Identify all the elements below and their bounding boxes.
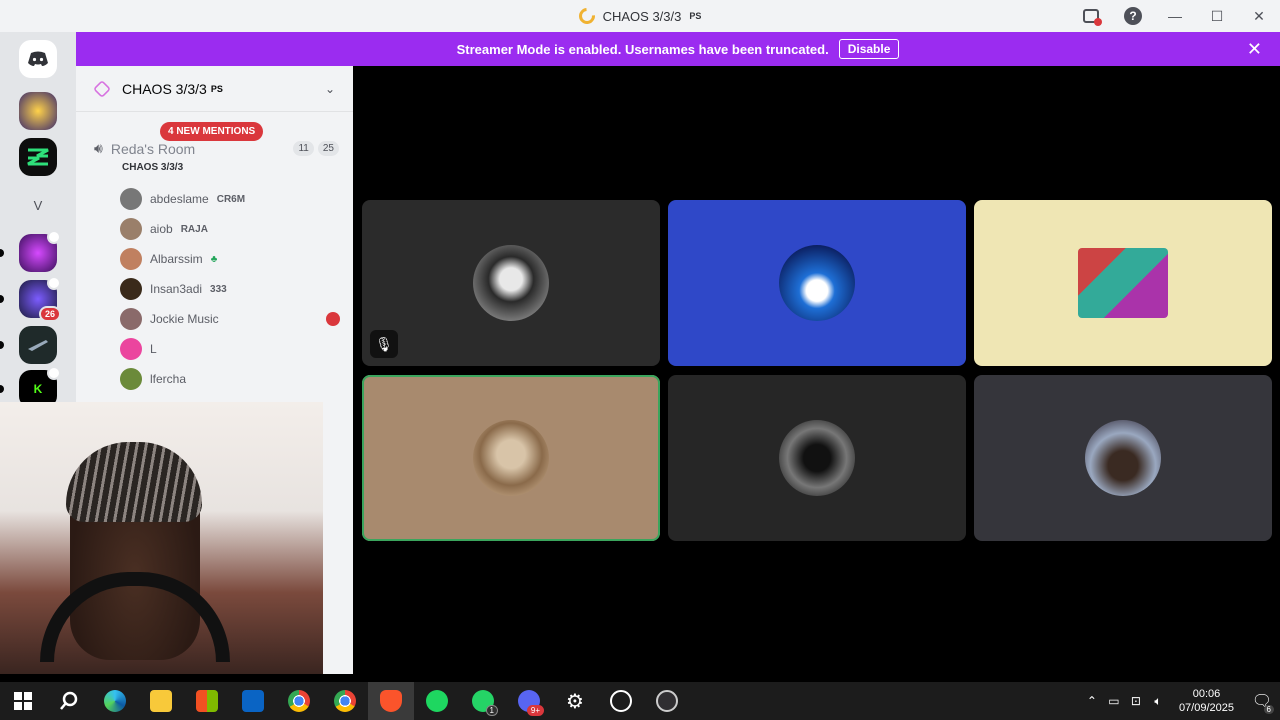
search-icon[interactable] xyxy=(46,682,92,720)
file-explorer-icon[interactable] xyxy=(138,682,184,720)
chrome-icon[interactable] xyxy=(276,682,322,720)
voice-member[interactable]: Insan3adi 333 xyxy=(120,274,340,304)
avatar xyxy=(120,248,142,270)
edge-icon[interactable] xyxy=(92,682,138,720)
meet-now-icon[interactable]: ▭ xyxy=(1103,694,1125,708)
avatar xyxy=(779,420,855,496)
avatar xyxy=(120,218,142,240)
chrome-profile-icon[interactable] xyxy=(322,682,368,720)
avatar xyxy=(120,278,142,300)
video-count-badge: 11 xyxy=(293,141,314,156)
volume-icon[interactable]: 🔈︎ xyxy=(1147,694,1169,709)
window-titlebar: CHAOS 3/3/3 PS ? — ☐ ✕ xyxy=(0,0,1280,32)
discord-icon[interactable]: 9+ xyxy=(506,682,552,720)
voice-member[interactable]: lfercha xyxy=(120,364,340,394)
clock-time: 00:06 xyxy=(1192,688,1221,700)
settings-icon[interactable]: ⚙ xyxy=(552,682,598,720)
voice-channel-name: Reda's Room xyxy=(110,140,196,157)
server-name: CHAOS 3/3/3 xyxy=(122,80,207,97)
avatar xyxy=(120,188,142,210)
video-tile[interactable]: 🎙︎ xyxy=(362,200,660,366)
speaker-status-icon xyxy=(47,230,61,244)
discord-home-icon[interactable] xyxy=(19,40,57,78)
voice-member[interactable]: aiob RAJA xyxy=(120,214,340,244)
spotify-icon[interactable] xyxy=(414,682,460,720)
chatgpt-icon[interactable] xyxy=(598,682,644,720)
system-tray: ⌃ ▭ ⊡ 🔈︎ 00:06 07/09/2025 🗨︎ 6 xyxy=(1081,682,1280,720)
channel-sidebar: CHAOS 3/3/3 PS ⌄ 🔊︎ Reda's Room 11 25 4 … xyxy=(76,66,353,402)
webcam-overlay xyxy=(0,402,323,674)
windows-taskbar: 1 9+ ⚙ ⌃ ▭ ⊡ 🔈︎ 00:06 07/09/2025 🗨︎ 6 xyxy=(0,682,1280,720)
new-mentions-pill[interactable]: 4 NEW MENTIONS xyxy=(160,122,264,141)
speaker-status-icon xyxy=(47,276,61,290)
user-limit-badge: 25 xyxy=(317,141,339,156)
notification-count: 6 xyxy=(1263,705,1274,714)
server-list: V 26 K xyxy=(0,32,76,408)
server-icon-5[interactable]: 26 xyxy=(0,276,61,322)
voice-members-list: abdeslame CR6M aiob RAJA Albarssim ♣ Insan3… xyxy=(120,184,340,394)
speaker-icon: 🔊︎ xyxy=(94,140,103,156)
video-tile[interactable] xyxy=(974,200,1272,366)
window-title-suffix: PS xyxy=(689,11,702,21)
chevron-down-icon: ⌄ xyxy=(324,81,335,96)
voice-channel[interactable]: 🔊︎ Reda's Room 11 25 xyxy=(94,140,339,157)
server-icon-6[interactable] xyxy=(0,326,57,364)
help-icon[interactable]: ? xyxy=(1112,0,1154,32)
video-tile[interactable] xyxy=(362,375,660,541)
voice-member[interactable]: Jockie Music xyxy=(120,304,340,334)
speaker-status-icon xyxy=(47,366,61,380)
muted-mic-icon: 🎙︎ xyxy=(370,330,398,358)
video-tile[interactable] xyxy=(668,375,966,541)
close-banner-icon[interactable]: ✕ xyxy=(1247,39,1262,60)
avatar xyxy=(120,338,142,360)
sidebar-controls-strip xyxy=(323,402,353,674)
server-icon-4[interactable] xyxy=(0,230,61,272)
video-tile[interactable] xyxy=(974,375,1272,541)
avatar xyxy=(120,308,142,330)
outlook-icon[interactable] xyxy=(230,682,276,720)
start-icon[interactable] xyxy=(0,682,46,720)
whatsapp-badge: 1 xyxy=(485,705,498,716)
discord-badge: 9+ xyxy=(526,705,544,716)
brave-icon[interactable] xyxy=(368,682,414,720)
server-header[interactable]: CHAOS 3/3/3 PS ⌄ xyxy=(76,66,353,112)
avatar xyxy=(473,245,549,321)
voice-video-grid: 🎙︎ xyxy=(353,66,1280,682)
maximize-button[interactable]: ☐ xyxy=(1196,0,1238,32)
server-icon-2[interactable] xyxy=(19,138,57,176)
streamer-mode-banner: Streamer Mode is enabled. Usernames have… xyxy=(76,32,1280,66)
server-icon-1[interactable] xyxy=(19,92,57,130)
notification-center-icon[interactable]: 🗨︎ 6 xyxy=(1244,682,1280,720)
window-title: CHAOS 3/3/3 PS xyxy=(575,4,702,28)
obs-icon[interactable] xyxy=(644,682,690,720)
avatar xyxy=(1078,248,1168,318)
voice-member[interactable]: L xyxy=(120,334,340,364)
live-status-icon xyxy=(326,312,340,326)
avatar xyxy=(120,368,142,390)
store-icon[interactable] xyxy=(184,682,230,720)
server-name-suffix: PS xyxy=(210,83,223,94)
whatsapp-icon[interactable]: 1 xyxy=(460,682,506,720)
voice-member[interactable]: abdeslame CR6M xyxy=(120,184,340,214)
inbox-icon[interactable] xyxy=(1070,0,1112,32)
clock[interactable]: 00:06 07/09/2025 xyxy=(1179,687,1234,715)
banner-text: Streamer Mode is enabled. Usernames have… xyxy=(456,41,829,57)
voice-channel-status: CHAOS 3/3/3 xyxy=(122,162,184,173)
video-tile[interactable] xyxy=(668,200,966,366)
disable-streamer-mode-button[interactable]: Disable xyxy=(838,39,900,59)
server-icon-v[interactable]: V xyxy=(19,186,57,224)
close-window-button[interactable]: ✕ xyxy=(1238,0,1280,32)
window-title-text: CHAOS 3/3/3 xyxy=(602,8,682,24)
server-badge: 26 xyxy=(38,306,61,322)
idle-moon-icon xyxy=(575,4,598,28)
voice-member[interactable]: Albarssim ♣ xyxy=(120,244,340,274)
chevron-up-icon[interactable]: ⌃ xyxy=(1081,694,1103,708)
avatar xyxy=(473,420,549,496)
minimize-button[interactable]: — xyxy=(1154,0,1196,32)
network-icon[interactable]: ⊡ xyxy=(1125,694,1147,708)
avatar xyxy=(1085,420,1161,496)
clock-date: 07/09/2025 xyxy=(1178,702,1234,714)
boost-icon xyxy=(92,79,112,98)
avatar xyxy=(779,245,855,321)
